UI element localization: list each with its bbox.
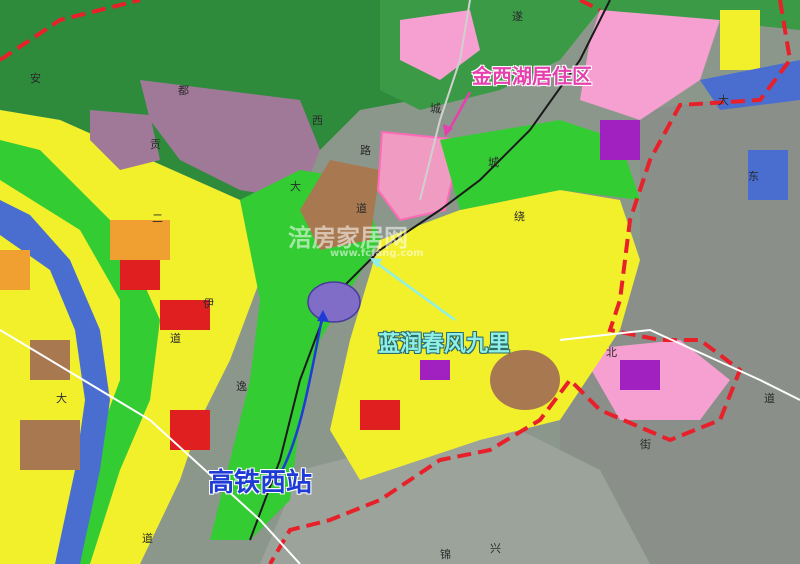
watermark-url: www.fcfang.com <box>330 248 424 259</box>
road-char: 西 <box>312 114 323 127</box>
road-char: 伊 <box>203 297 214 310</box>
road-char: 道 <box>170 332 181 345</box>
road-char: 北 <box>606 346 617 359</box>
road-char: 遂 <box>512 10 523 23</box>
road-char: 道 <box>142 532 153 545</box>
zone-brown-east <box>490 350 560 410</box>
station-ellipse <box>307 281 361 323</box>
zone-commercial-center <box>360 400 400 430</box>
road-char: 大 <box>290 180 301 193</box>
map-canvas <box>0 0 800 564</box>
zone-yellow-ne <box>720 10 760 70</box>
road-char: 路 <box>360 144 371 157</box>
road-char: 东 <box>748 170 759 183</box>
road-char: 道 <box>356 202 367 215</box>
road-char: 二 <box>152 212 163 225</box>
label-jinxi-residential: 金西湖居住区 <box>472 64 592 88</box>
zone-industrial-2 <box>20 420 80 470</box>
road-char: 都 <box>178 84 189 97</box>
road-char: 城 <box>430 102 441 115</box>
zone-commercial-5 <box>0 250 30 290</box>
label-gaotie-west-station: 高铁西站 <box>208 468 313 498</box>
zone-purple-east <box>600 120 640 160</box>
road-char: 城 <box>488 156 499 169</box>
land-use-map: 涪房家居网 www.fcfang.com 安 都 西 路 大 道 贡 二 伊 道… <box>0 0 800 564</box>
road-char: 安 <box>30 72 41 85</box>
road-char: 贡 <box>150 138 161 151</box>
road-char: 街 <box>640 438 651 451</box>
zone-commercial-2 <box>120 260 160 290</box>
road-char: 大 <box>56 392 67 405</box>
label-lanrun: 蓝润春风九里 <box>378 332 511 357</box>
road-char: 绕 <box>514 210 525 223</box>
zone-purple-center <box>420 360 450 380</box>
road-char: 大 <box>718 94 729 107</box>
road-char: 锦 <box>440 548 451 561</box>
road-char: 逸 <box>236 380 247 393</box>
zone-purple-south <box>620 360 660 390</box>
road-char: 兴 <box>490 542 501 555</box>
road-char: 道 <box>764 392 775 405</box>
zone-commercial-1 <box>110 220 170 260</box>
